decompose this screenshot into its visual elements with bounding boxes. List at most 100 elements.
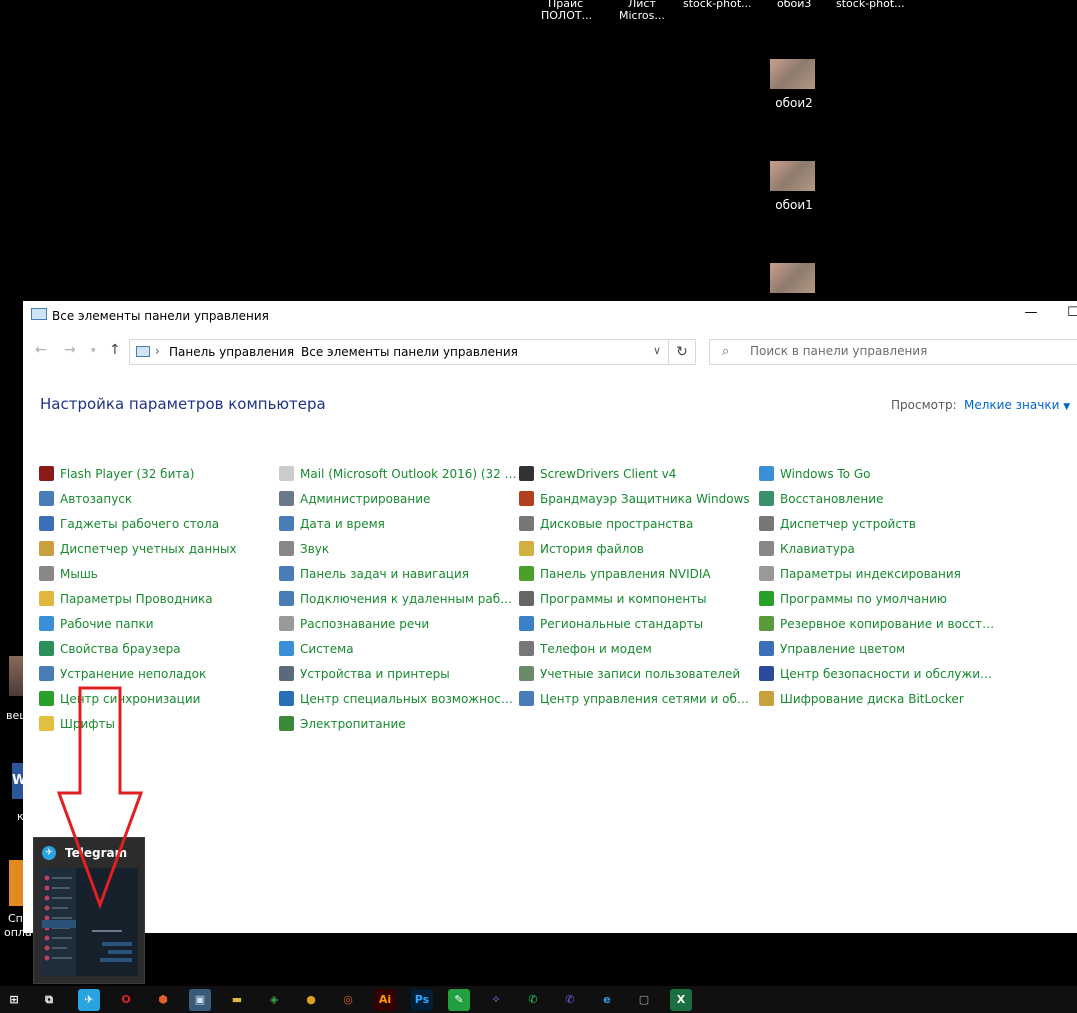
taskbar-explorer[interactable]: ▬ xyxy=(226,989,248,1011)
control-panel-item[interactable]: Программы и компоненты xyxy=(519,586,759,611)
taskbar-telegram[interactable]: ✈ xyxy=(78,989,100,1011)
desktop-file-icon[interactable] xyxy=(9,656,23,696)
taskbar-illustrator[interactable]: Ai xyxy=(374,989,396,1011)
taskbar-excel[interactable]: X xyxy=(670,989,692,1011)
control-panel-item[interactable]: Автозапуск xyxy=(39,486,279,511)
wallpaper-thumbnail-icon[interactable] xyxy=(770,59,815,89)
control-panel-item[interactable]: Шрифты xyxy=(39,711,279,736)
desktop-label-fragment[interactable]: Micros... xyxy=(619,9,665,22)
view-mode-dropdown[interactable]: Мелкие значки ▼ xyxy=(964,398,1070,412)
control-panel-item[interactable]: Устранение неполадок xyxy=(39,661,279,686)
breadcrumb-all-items[interactable]: Все элементы панели управления xyxy=(301,345,518,359)
control-panel-item[interactable]: Диспетчер устройств xyxy=(759,511,999,536)
control-panel-item[interactable]: Программы по умолчанию xyxy=(759,586,999,611)
telegram-taskbar-preview[interactable]: ✈ Telegram xyxy=(33,837,145,984)
control-panel-item[interactable]: Учетные записи пользователей xyxy=(519,661,759,686)
desktop-label-fragment[interactable]: ПОЛОТ... xyxy=(541,9,592,22)
taskbar-control-panel[interactable]: ▣ xyxy=(189,989,211,1011)
maximize-button[interactable]: ☐ xyxy=(1063,305,1077,325)
control-panel-item[interactable]: Центр безопасности и обслуживан... xyxy=(759,661,999,686)
start-button[interactable]: ⊞ xyxy=(3,989,25,1011)
control-panel-item[interactable]: История файлов xyxy=(519,536,759,561)
wallpaper-thumbnail-icon[interactable] xyxy=(770,263,815,293)
task-view-button[interactable]: ⧉ xyxy=(38,989,60,1011)
control-panel-item[interactable]: Дисковые пространства xyxy=(519,511,759,536)
search-input[interactable] xyxy=(748,343,1052,359)
desktop-file-icon[interactable] xyxy=(9,860,23,906)
up-arrow-icon[interactable]: ↑ xyxy=(109,342,121,358)
control-panel-item[interactable]: Гаджеты рабочего стола xyxy=(39,511,279,536)
desktop-icon-label[interactable]: обои2 xyxy=(754,96,834,110)
breadcrumb-control-panel[interactable]: Панель управления xyxy=(169,345,294,359)
control-panel-item[interactable]: Свойства браузера xyxy=(39,636,279,661)
control-panel-item[interactable]: Распознавание речи xyxy=(279,611,519,636)
desktop-icon-label[interactable]: обои1 xyxy=(754,198,834,212)
refresh-icon[interactable]: ↻ xyxy=(668,340,695,364)
taskbar-app-green[interactable]: ◈ xyxy=(263,989,285,1011)
control-panel-item-icon xyxy=(279,616,294,631)
control-panel-item[interactable]: Windows To Go xyxy=(759,461,999,486)
control-panel-item[interactable]: Параметры индексирования xyxy=(759,561,999,586)
taskbar-app-yellow[interactable]: ● xyxy=(300,989,322,1011)
title-bar[interactable]: Все элементы панели управления — ☐ xyxy=(23,301,1077,331)
taskbar-app-orange[interactable]: ⬢ xyxy=(152,989,174,1011)
control-panel-item[interactable]: Клавиатура xyxy=(759,536,999,561)
taskbar-app-shield[interactable]: ◎ xyxy=(337,989,359,1011)
control-panel-item[interactable]: Панель задач и навигация xyxy=(279,561,519,586)
control-panel-item[interactable]: ScrewDrivers Client v4 xyxy=(519,461,759,486)
control-panel-item[interactable]: Диспетчер учетных данных xyxy=(39,536,279,561)
desktop-label-fragment[interactable]: stock-phot... xyxy=(836,0,905,10)
control-panel-item[interactable]: Панель управления NVIDIA xyxy=(519,561,759,586)
control-panel-item-icon xyxy=(519,566,534,581)
taskbar-viber[interactable]: ✆ xyxy=(559,989,581,1011)
control-panel-item[interactable]: Подключения к удаленным рабоч... xyxy=(279,586,519,611)
control-panel-item[interactable]: Администрирование xyxy=(279,486,519,511)
recent-locations-chevron-icon[interactable]: ▾ xyxy=(91,346,96,356)
control-panel-item[interactable]: Центр управления сетями и общи... xyxy=(519,686,759,711)
control-panel-item[interactable]: Система xyxy=(279,636,519,661)
address-bar[interactable]: › Панель управления › Все элементы панел… xyxy=(129,339,696,365)
word-document-icon[interactable]: W xyxy=(12,763,26,799)
minimize-button[interactable]: — xyxy=(1021,305,1041,325)
control-panel-item-icon xyxy=(519,516,534,531)
control-panel-item-label: Резервное копирование и восстан... xyxy=(780,616,998,631)
control-panel-item[interactable]: Восстановление xyxy=(759,486,999,511)
desktop-label-fragment[interactable]: Сп xyxy=(8,912,23,925)
control-panel-item[interactable]: Дата и время xyxy=(279,511,519,536)
control-panel-item-label: Региональные стандарты xyxy=(540,616,704,631)
control-panel-item[interactable]: Параметры Проводника xyxy=(39,586,279,611)
control-panel-item[interactable]: Рабочие папки xyxy=(39,611,279,636)
control-panel-item[interactable]: Шифрование диска BitLocker xyxy=(759,686,999,711)
taskbar-app-green-pen[interactable]: ✎ xyxy=(448,989,470,1011)
taskbar-opera[interactable]: O xyxy=(115,989,137,1011)
taskbar-photoshop[interactable]: Ps xyxy=(411,989,433,1011)
control-panel-icon xyxy=(31,308,47,320)
view-mode-value: Мелкие значки xyxy=(964,398,1060,412)
wallpaper-thumbnail-icon[interactable] xyxy=(770,161,815,191)
taskbar-whatsapp[interactable]: ✆ xyxy=(522,989,544,1011)
taskbar-edge[interactable]: e xyxy=(596,989,618,1011)
control-panel-item[interactable]: Центр синхронизации xyxy=(39,686,279,711)
control-panel-item[interactable]: Устройства и принтеры xyxy=(279,661,519,686)
control-panel-item[interactable]: Mail (Microsoft Outlook 2016) (32 би... xyxy=(279,461,519,486)
control-panel-item[interactable]: Региональные стандарты xyxy=(519,611,759,636)
control-panel-item[interactable]: Электропитание xyxy=(279,711,519,736)
taskbar-app-blue[interactable]: ✧ xyxy=(485,989,507,1011)
control-panel-item[interactable]: Центр специальных возможностей xyxy=(279,686,519,711)
taskbar-app-computer[interactable]: ▢ xyxy=(633,989,655,1011)
forward-arrow-icon[interactable]: → xyxy=(64,342,76,358)
control-panel-item[interactable]: Телефон и модем xyxy=(519,636,759,661)
control-panel-item[interactable]: Управление цветом xyxy=(759,636,999,661)
control-panel-item[interactable]: Резервное копирование и восстан... xyxy=(759,611,999,636)
desktop-label-fragment[interactable]: обои3 xyxy=(777,0,811,10)
control-panel-item-label: Звук xyxy=(300,541,330,556)
control-panel-item[interactable]: Звук xyxy=(279,536,519,561)
back-arrow-icon[interactable]: ← xyxy=(35,342,47,358)
address-dropdown-chevron-icon[interactable]: ∨ xyxy=(653,344,661,357)
search-box[interactable]: ⌕ xyxy=(709,339,1077,365)
telegram-window-thumbnail[interactable] xyxy=(42,868,138,976)
control-panel-item[interactable]: Брандмауэр Защитника Windows xyxy=(519,486,759,511)
control-panel-item[interactable]: Flash Player (32 бита) xyxy=(39,461,279,486)
control-panel-item[interactable]: Мышь xyxy=(39,561,279,586)
desktop-label-fragment[interactable]: stock-phot... xyxy=(683,0,752,10)
